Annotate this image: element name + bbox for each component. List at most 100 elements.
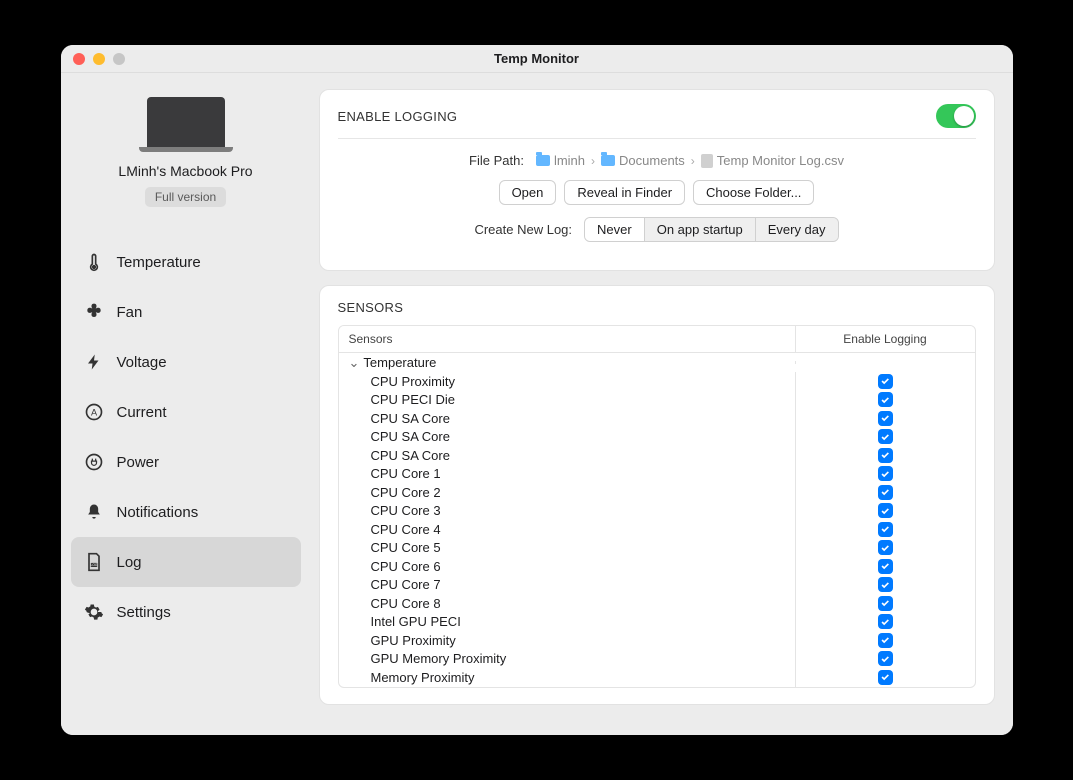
enable-logging-checkbox[interactable] bbox=[878, 651, 893, 666]
sidebar-item-power[interactable]: Power bbox=[71, 437, 301, 487]
sidebar-item-label: Temperature bbox=[117, 254, 201, 271]
sidebar-item-label: Fan bbox=[117, 304, 143, 321]
bolt-icon bbox=[83, 351, 105, 373]
path-folder[interactable]: Documents bbox=[601, 153, 685, 168]
sensor-name: CPU Core 2 bbox=[339, 483, 795, 501]
enable-logging-checkbox[interactable] bbox=[878, 540, 893, 555]
path-folder[interactable]: lminh bbox=[536, 153, 585, 168]
enable-logging-checkbox[interactable] bbox=[878, 503, 893, 518]
create-log-option[interactable]: Never bbox=[585, 218, 645, 241]
choose-folder-button[interactable]: Choose Folder... bbox=[693, 180, 814, 205]
sensor-row[interactable]: GPU Proximity bbox=[339, 631, 975, 650]
sensor-name: GPU Memory Proximity bbox=[339, 650, 795, 668]
fan-icon bbox=[83, 301, 105, 323]
path-file[interactable]: Temp Monitor Log.csv bbox=[701, 153, 844, 168]
sensors-table-body: ⌄TemperatureCPU ProximityCPU PECI DieCPU… bbox=[339, 353, 975, 687]
sensor-row[interactable]: CPU Core 2 bbox=[339, 483, 975, 502]
sensor-row[interactable]: Memory Proximity bbox=[339, 668, 975, 687]
sensor-row[interactable]: CPU Core 1 bbox=[339, 465, 975, 484]
sidebar-item-log[interactable]: LOG Log bbox=[71, 537, 301, 587]
enable-logging-checkbox[interactable] bbox=[878, 485, 893, 500]
enable-logging-checkbox[interactable] bbox=[878, 522, 893, 537]
sensor-name: CPU SA Core bbox=[339, 428, 795, 446]
chevron-down-icon: ⌄ bbox=[349, 355, 360, 371]
create-log-option[interactable]: On app startup bbox=[645, 218, 756, 241]
enable-logging-checkbox[interactable] bbox=[878, 577, 893, 592]
sensor-group-row[interactable]: ⌄Temperature bbox=[339, 353, 975, 372]
enable-logging-checkbox[interactable] bbox=[878, 614, 893, 629]
sensor-name: CPU Core 5 bbox=[339, 539, 795, 557]
sensor-row[interactable]: CPU Core 6 bbox=[339, 557, 975, 576]
sensor-name: CPU Core 1 bbox=[339, 465, 795, 483]
enable-logging-checkbox[interactable] bbox=[878, 448, 893, 463]
sidebar-item-temperature[interactable]: Temperature bbox=[71, 237, 301, 287]
sensor-row[interactable]: Intel GPU PECI bbox=[339, 613, 975, 632]
sidebar-item-notifications[interactable]: Notifications bbox=[71, 487, 301, 537]
column-header-sensors[interactable]: Sensors bbox=[339, 326, 795, 352]
sensors-title: SENSORS bbox=[338, 300, 976, 315]
path-segment-label: Documents bbox=[619, 153, 685, 168]
enable-logging-toggle[interactable] bbox=[936, 104, 976, 128]
enable-logging-checkbox[interactable] bbox=[878, 559, 893, 574]
bell-icon bbox=[83, 501, 105, 523]
sidebar-item-label: Voltage bbox=[117, 354, 167, 371]
sensor-name: CPU Core 8 bbox=[339, 594, 795, 612]
log-icon: LOG bbox=[83, 551, 105, 573]
file-path-row: File Path: lminh›Documents›Temp Monitor … bbox=[338, 153, 976, 168]
sensor-row[interactable]: CPU SA Core bbox=[339, 428, 975, 447]
svg-text:A: A bbox=[90, 407, 97, 417]
sensor-row[interactable]: CPU Core 5 bbox=[339, 539, 975, 558]
sensor-name: CPU Core 7 bbox=[339, 576, 795, 594]
sidebar-item-label: Power bbox=[117, 454, 160, 471]
sensor-name: Memory Proximity bbox=[339, 668, 795, 686]
reveal-in-finder-button[interactable]: Reveal in Finder bbox=[564, 180, 685, 205]
sensor-row[interactable]: CPU Core 3 bbox=[339, 502, 975, 521]
sensor-row[interactable]: GPU Memory Proximity bbox=[339, 650, 975, 669]
folder-icon bbox=[601, 155, 615, 166]
sensor-name: CPU SA Core bbox=[339, 409, 795, 427]
folder-icon bbox=[536, 155, 550, 166]
sensor-name: CPU Core 3 bbox=[339, 502, 795, 520]
sensor-row[interactable]: CPU Proximity bbox=[339, 372, 975, 391]
sensor-name: CPU SA Core bbox=[339, 446, 795, 464]
sensor-row[interactable]: CPU Core 4 bbox=[339, 520, 975, 539]
device-preview: LMinh's Macbook Pro Full version bbox=[71, 97, 301, 207]
column-header-enable[interactable]: Enable Logging bbox=[795, 326, 975, 352]
open-button[interactable]: Open bbox=[499, 180, 557, 205]
plug-icon bbox=[83, 451, 105, 473]
window-title: Temp Monitor bbox=[61, 51, 1013, 66]
sidebar-item-settings[interactable]: Settings bbox=[71, 587, 301, 637]
enable-logging-checkbox[interactable] bbox=[878, 411, 893, 426]
sidebar-item-current[interactable]: ACurrent bbox=[71, 387, 301, 437]
file-icon bbox=[701, 154, 713, 168]
sensor-name: CPU Core 4 bbox=[339, 520, 795, 538]
sidebar-item-label: Log bbox=[117, 554, 142, 571]
sensor-row[interactable]: CPU PECI Die bbox=[339, 391, 975, 410]
enable-logging-checkbox[interactable] bbox=[878, 466, 893, 481]
version-badge: Full version bbox=[145, 187, 226, 207]
sensor-group-label: Temperature bbox=[363, 355, 436, 370]
create-new-log-segmented: NeverOn app startupEvery day bbox=[584, 217, 839, 242]
sensor-name: CPU Proximity bbox=[339, 372, 795, 390]
sensor-row[interactable]: CPU SA Core bbox=[339, 446, 975, 465]
sensor-row[interactable]: CPU Core 7 bbox=[339, 576, 975, 595]
svg-text:LOG: LOG bbox=[90, 563, 97, 567]
enable-logging-checkbox[interactable] bbox=[878, 596, 893, 611]
sensor-row[interactable]: CPU SA Core bbox=[339, 409, 975, 428]
sidebar-item-fan[interactable]: Fan bbox=[71, 287, 301, 337]
enable-logging-checkbox[interactable] bbox=[878, 374, 893, 389]
sensor-name: Intel GPU PECI bbox=[339, 613, 795, 631]
file-path-breadcrumb: lminh›Documents›Temp Monitor Log.csv bbox=[536, 153, 844, 168]
enable-logging-checkbox[interactable] bbox=[878, 633, 893, 648]
sensor-row[interactable]: CPU Core 8 bbox=[339, 594, 975, 613]
enable-logging-checkbox[interactable] bbox=[878, 670, 893, 685]
sensors-table-header: Sensors Enable Logging bbox=[339, 326, 975, 353]
create-new-log-label: Create New Log: bbox=[474, 222, 572, 237]
enable-logging-checkbox[interactable] bbox=[878, 429, 893, 444]
sidebar-item-voltage[interactable]: Voltage bbox=[71, 337, 301, 387]
sidebar-item-label: Notifications bbox=[117, 504, 199, 521]
enable-logging-checkbox[interactable] bbox=[878, 392, 893, 407]
create-log-option[interactable]: Every day bbox=[756, 218, 838, 241]
file-path-label: File Path: bbox=[469, 153, 524, 168]
sensors-panel: SENSORS Sensors Enable Logging ⌄Temperat… bbox=[319, 285, 995, 705]
